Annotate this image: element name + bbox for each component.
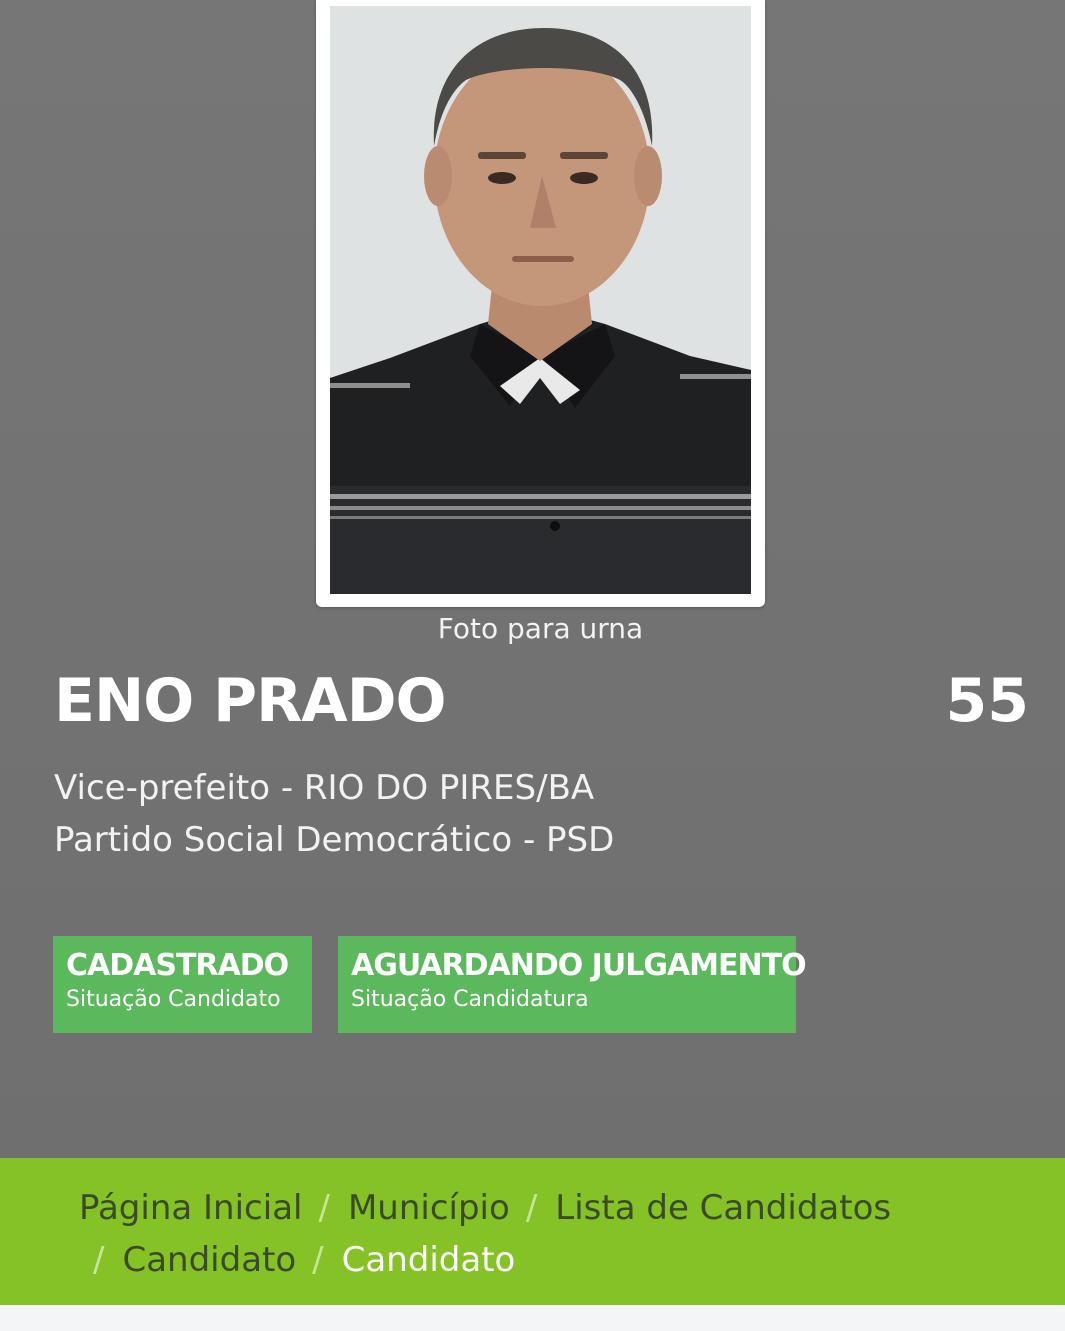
candidate-status-badge: CADASTRADO Situação Candidato — [53, 936, 312, 1033]
badge-title: AGUARDANDO JULGAMENTO — [351, 948, 807, 983]
breadcrumb-separator: / — [525, 1188, 538, 1228]
badge-subtitle: Situação Candidato — [66, 987, 281, 1012]
candidate-name: ENO PRADO — [54, 666, 447, 736]
breadcrumb-separator: / — [312, 1240, 324, 1280]
badge-subtitle: Situação Candidatura — [351, 987, 589, 1012]
breadcrumb-candidate-list-link[interactable]: Lista de Candidatos — [555, 1188, 891, 1228]
candidate-header: Foto para urna ENO PRADO 55 Vice-prefeit… — [0, 0, 1065, 1158]
candidate-office: Vice-prefeito - RIO DO PIRES/BA — [54, 768, 595, 808]
breadcrumb-home-link[interactable]: Página Inicial — [79, 1188, 302, 1228]
breadcrumb-bar: Página Inicial / Município / Lista de Candid… — [0, 1158, 1065, 1305]
candidacy-status-badge: AGUARDANDO JULGAMENTO Situação Candidatu… — [338, 936, 807, 1033]
page-content-edge — [0, 1305, 1065, 1331]
breadcrumb-municipality-link[interactable]: Município — [348, 1188, 510, 1228]
candidate-party: Partido Social Democrático - PSD — [54, 820, 615, 860]
candidate-photo-frame — [316, 0, 765, 607]
breadcrumb: Página Inicial / Município / Lista de Candid… — [79, 1182, 979, 1286]
breadcrumb-current-page: Candidato — [341, 1240, 516, 1280]
breadcrumb-candidate-link[interactable]: Candidato — [122, 1240, 296, 1280]
candidate-number: 55 — [945, 666, 1030, 736]
badge-title: CADASTRADO — [66, 948, 289, 983]
breadcrumb-separator: / — [93, 1240, 105, 1280]
breadcrumb-separator: / — [318, 1188, 330, 1228]
candidate-photo — [330, 6, 751, 594]
photo-caption: Foto para urna — [437, 612, 644, 645]
